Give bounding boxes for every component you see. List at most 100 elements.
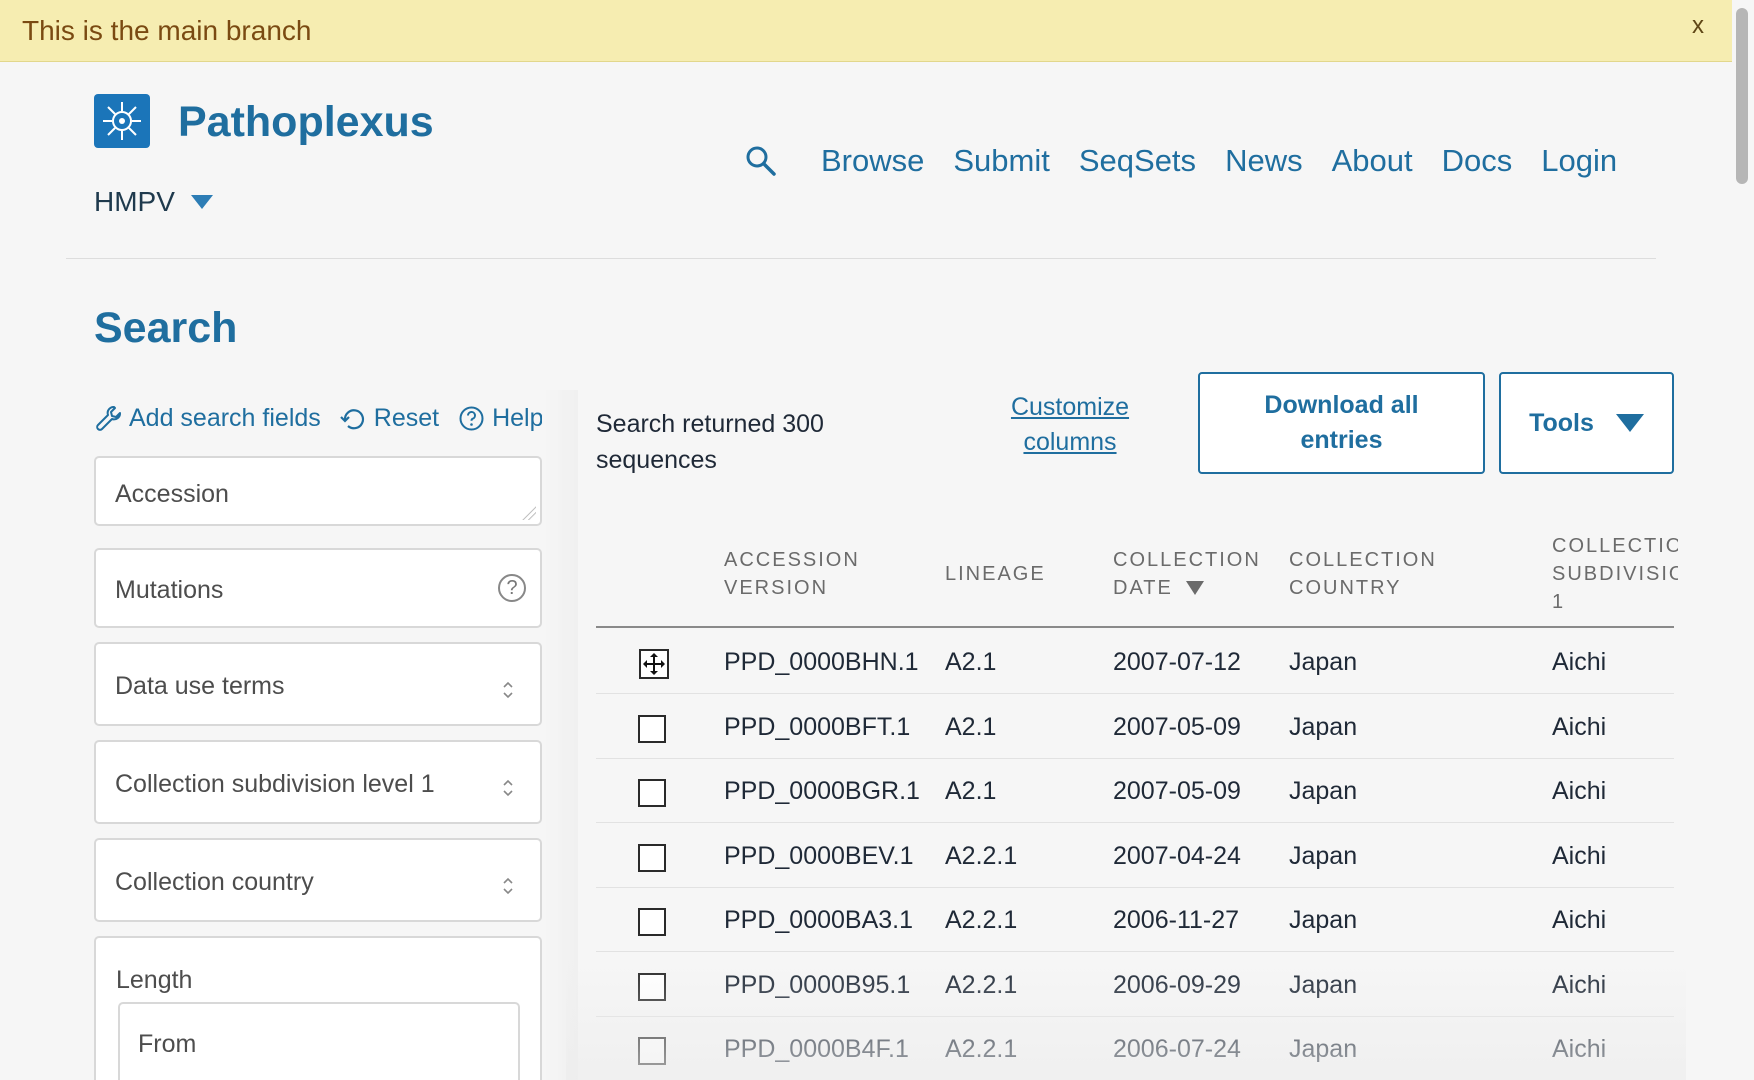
table-header-rule xyxy=(596,626,1674,628)
collection-country-cell: Japan xyxy=(1289,777,1358,805)
subdivision-cell: Aichi xyxy=(1552,712,1607,741)
collection-country-cell: Japan xyxy=(1289,906,1358,934)
nav-seqsets[interactable]: SeqSets xyxy=(1079,143,1196,179)
branch-banner: This is the main branch x xyxy=(0,0,1732,62)
nav-browse[interactable]: Browse xyxy=(821,143,924,179)
table-row[interactable]: PPD_0000B95.1 A2.2.1 2006-09-29 Japan Aichi xyxy=(596,953,1674,1017)
column-header-accession[interactable]: ACCESSION VERSION xyxy=(724,546,874,624)
nav-docs[interactable]: Docs xyxy=(1442,143,1513,179)
accession-cell[interactable]: PPD_0000BHN.1 xyxy=(724,648,919,677)
collection-country-select[interactable]: Collection country xyxy=(94,838,542,922)
column-header-collection-country[interactable]: COLLECTION COUNTRY xyxy=(1289,546,1449,624)
caret-down-icon xyxy=(190,195,213,209)
subdivision-cell: Aichi xyxy=(1552,777,1607,805)
main-nav: Browse Submit SeqSets News About Docs Lo… xyxy=(744,143,1617,179)
lineage-cell: A2.2.1 xyxy=(945,841,1018,870)
collection-subdivision-select[interactable]: Collection subdivision level 1 xyxy=(94,740,542,824)
row-select-checkbox[interactable] xyxy=(638,843,666,872)
organism-selector[interactable]: HMPV xyxy=(94,186,213,218)
download-all-button[interactable]: Download all entries xyxy=(1198,372,1485,474)
collection-date-cell: 2007-05-09 xyxy=(1113,777,1241,805)
tools-dropdown-button[interactable]: Tools xyxy=(1499,372,1674,474)
add-search-fields-link[interactable]: Add search fields xyxy=(94,404,321,433)
collection-date-cell: 2006-09-29 xyxy=(1113,970,1241,999)
sort-descending-icon[interactable] xyxy=(1185,580,1205,596)
download-all-label: Download all entries xyxy=(1264,391,1419,454)
collection-country-cell: Japan xyxy=(1289,970,1358,999)
length-label: Length xyxy=(116,966,193,994)
nav-login[interactable]: Login xyxy=(1541,143,1617,179)
accession-cell[interactable]: PPD_0000BEV.1 xyxy=(724,842,914,871)
mutations-help-icon[interactable]: ? xyxy=(498,574,526,602)
accession-input[interactable]: Accession xyxy=(94,456,542,526)
collection-date-cell: 2007-04-24 xyxy=(1113,841,1241,870)
customize-columns-link[interactable]: Customize columns xyxy=(990,390,1150,460)
nav-about[interactable]: About xyxy=(1332,143,1413,179)
subdivision-cell: Aichi xyxy=(1552,906,1607,934)
accession-cell[interactable]: PPD_0000B95.1 xyxy=(724,971,910,1000)
accession-cell[interactable]: PPD_0000BA3.1 xyxy=(724,906,913,935)
lineage-cell: A2.2.1 xyxy=(945,906,1018,934)
help-icon xyxy=(459,406,484,431)
reset-link[interactable]: Reset xyxy=(339,404,439,433)
panel-gutter xyxy=(542,390,578,1080)
table-row[interactable]: PPD_0000BA3.1 A2.2.1 2006-11-27 Japan Aichi xyxy=(596,888,1674,952)
move-cursor-icon xyxy=(639,649,669,679)
nav-news[interactable]: News xyxy=(1225,143,1303,179)
mutations-input[interactable]: Mutations ? xyxy=(94,548,542,628)
accession-cell[interactable]: PPD_0000BFT.1 xyxy=(724,713,910,742)
accession-placeholder: Accession xyxy=(115,480,229,508)
data-use-terms-select[interactable]: Data use terms xyxy=(94,642,542,726)
subdivision-cell: Aichi xyxy=(1552,970,1607,999)
brand-name[interactable]: Pathoplexus xyxy=(178,98,434,147)
accession-cell[interactable]: PPD_0000B4F.1 xyxy=(724,1035,909,1064)
subdivision-cell: Aichi xyxy=(1552,648,1607,676)
collection-subdivision-label: Collection subdivision level 1 xyxy=(115,770,435,798)
lineage-cell: A2.1 xyxy=(945,777,997,805)
row-select-checkbox[interactable] xyxy=(638,1037,666,1065)
table-row[interactable]: PPD_0000BEV.1 A2.2.1 2007-04-24 Japan Aichi xyxy=(596,824,1674,888)
lineage-cell: A2.1 xyxy=(945,648,997,676)
select-updown-icon xyxy=(503,877,513,895)
column-header-subdivision[interactable]: COLLECTIO SUBDIVISIO 1 xyxy=(1552,532,1678,610)
collection-date-cell: 2006-07-24 xyxy=(1113,1035,1241,1063)
table-row[interactable]: PPD_0000BFT.1 A2.1 2007-05-09 Japan Aichi xyxy=(596,695,1674,759)
virus-logo-icon xyxy=(103,102,141,140)
data-use-terms-label: Data use terms xyxy=(115,672,285,700)
select-updown-icon xyxy=(503,779,513,797)
lineage-cell: A2.2.1 xyxy=(945,1035,1018,1063)
reset-icon xyxy=(340,409,364,430)
pathoplexus-logo[interactable] xyxy=(94,94,150,148)
reset-label: Reset xyxy=(373,404,440,432)
branch-banner-text: This is the main branch xyxy=(22,14,312,46)
banner-close-button[interactable]: x xyxy=(1692,12,1704,40)
results-summary: Search returned 300 sequences xyxy=(596,410,824,474)
subdivision-cell: Aichi xyxy=(1552,841,1607,870)
collection-country-label: Collection country xyxy=(115,868,314,896)
collection-date-cell: 2007-07-12 xyxy=(1113,648,1241,676)
help-link[interactable]: Help xyxy=(457,404,544,433)
tools-label: Tools xyxy=(1529,408,1594,437)
table-row[interactable]: PPD_0000BHN.1 A2.1 2007-07-12 Japan Aichi xyxy=(596,630,1674,694)
resize-handle-icon[interactable] xyxy=(522,506,536,520)
row-select-checkbox[interactable] xyxy=(638,972,666,1001)
search-icon[interactable] xyxy=(744,144,778,178)
row-select-checkbox[interactable] xyxy=(638,779,666,807)
mutations-placeholder: Mutations xyxy=(115,576,224,604)
row-select-checkbox[interactable] xyxy=(638,714,666,743)
nav-submit[interactable]: Submit xyxy=(953,143,1049,179)
accession-cell[interactable]: PPD_0000BGR.1 xyxy=(724,777,920,806)
caret-down-icon xyxy=(1615,414,1644,432)
help-label: Help xyxy=(492,404,544,432)
length-from-placeholder: From xyxy=(138,1030,197,1058)
organism-label: HMPV xyxy=(94,186,175,217)
length-from-input[interactable]: From xyxy=(118,1002,520,1080)
row-select-checkbox[interactable] xyxy=(638,908,666,936)
add-search-fields-label: Add search fields xyxy=(129,404,321,432)
collection-country-cell: Japan xyxy=(1289,712,1358,741)
search-toolbar: Add search fields Reset Help xyxy=(94,404,562,433)
table-row[interactable]: PPD_0000B4F.1 A2.2.1 2006-07-24 Japan Aichi xyxy=(596,1017,1674,1080)
table-row[interactable]: PPD_0000BGR.1 A2.1 2007-05-09 Japan Aichi xyxy=(596,759,1674,823)
page-scrollbar[interactable] xyxy=(1736,8,1748,184)
collection-country-cell: Japan xyxy=(1289,1035,1358,1063)
